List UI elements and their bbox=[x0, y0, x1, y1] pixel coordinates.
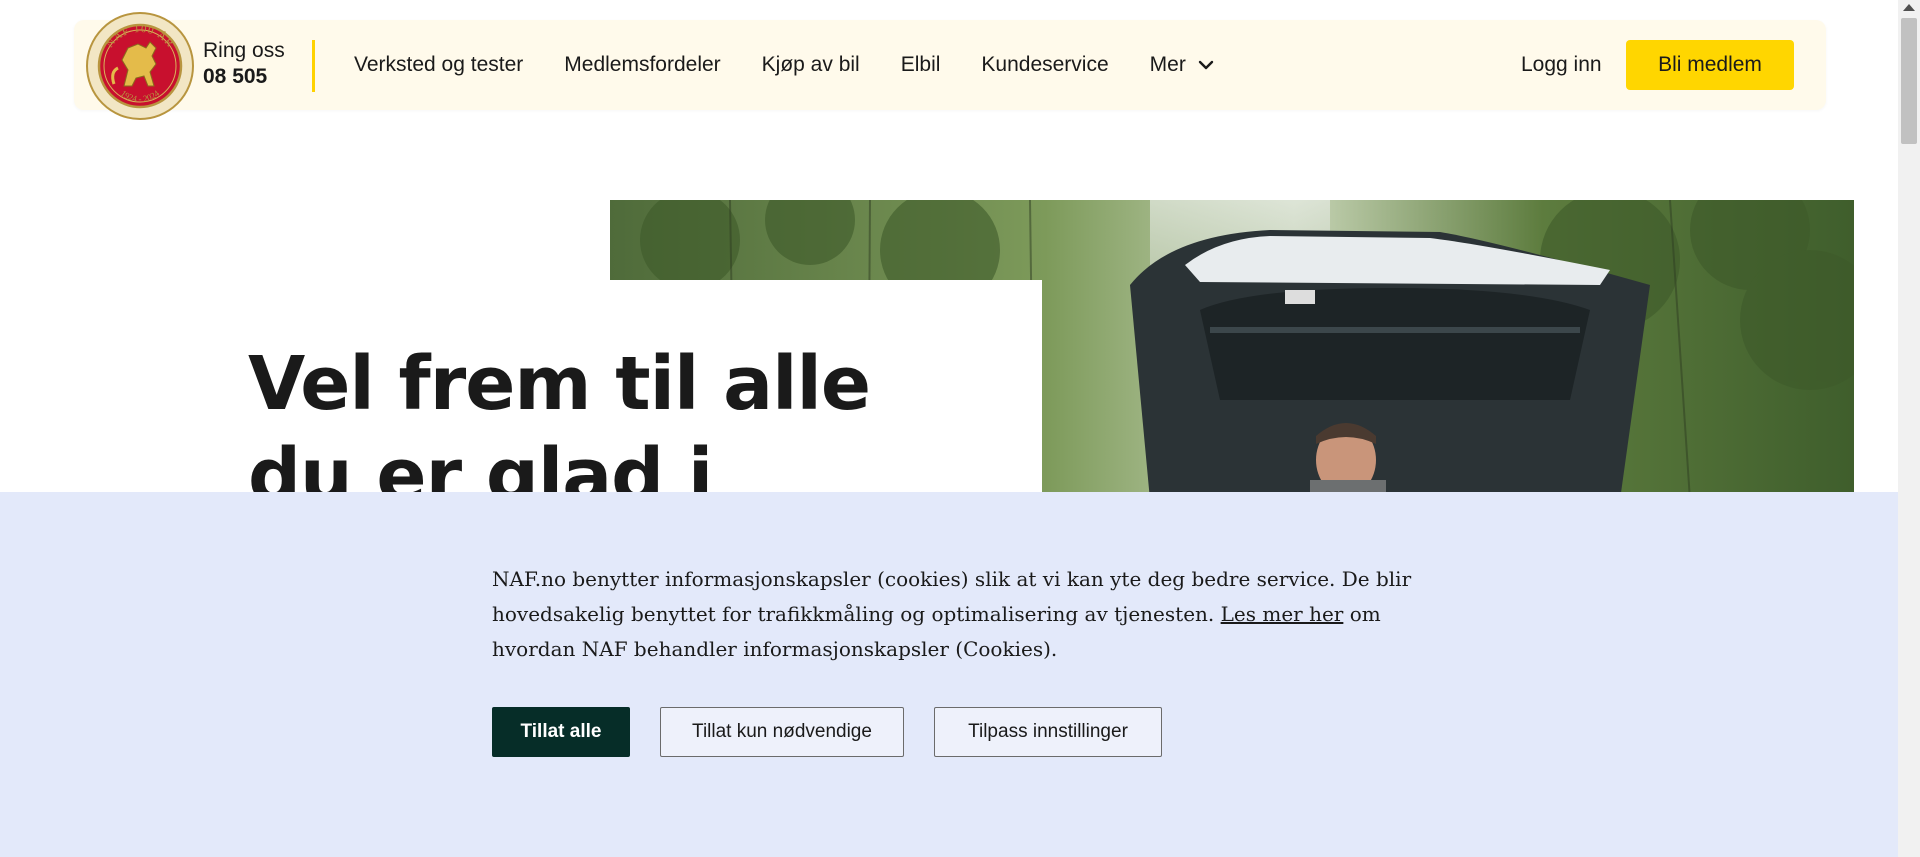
scrollbar-thumb[interactable] bbox=[1901, 18, 1917, 144]
chevron-down-icon bbox=[1198, 60, 1214, 70]
nav-item-kjop-av-bil[interactable]: Kjøp av bil bbox=[762, 53, 860, 77]
call-number[interactable]: 08 505 bbox=[203, 64, 285, 90]
main-nav: Verksted og tester Medlemsfordeler Kjøp … bbox=[354, 20, 1258, 110]
nav-item-elbil[interactable]: Elbil bbox=[901, 53, 941, 77]
cookie-text: NAF.no benytter informasjonskapsler (coo… bbox=[492, 562, 1422, 667]
join-button[interactable]: Bli medlem bbox=[1626, 40, 1794, 90]
nav-item-verksted[interactable]: Verksted og tester bbox=[354, 53, 523, 77]
nav-item-medlemsfordeler[interactable]: Medlemsfordeler bbox=[564, 53, 720, 77]
call-label: Ring oss bbox=[203, 39, 285, 62]
call-us[interactable]: Ring oss 08 505 bbox=[203, 38, 285, 90]
cookie-banner: NAF.no benytter informasjonskapsler (coo… bbox=[0, 492, 1898, 857]
nav-item-mer[interactable]: Mer bbox=[1150, 53, 1217, 77]
scroll-up-arrow-icon[interactable] bbox=[1903, 4, 1915, 11]
site-header: NAF 100 ÅR 1924 - 2024 Ring oss 08 505 V… bbox=[74, 12, 1826, 120]
naf-logo[interactable]: NAF 100 ÅR 1924 - 2024 bbox=[86, 12, 194, 120]
header-divider bbox=[312, 40, 315, 92]
login-link[interactable]: Logg inn bbox=[1521, 20, 1602, 110]
nav-item-kundeservice[interactable]: Kundeservice bbox=[981, 53, 1108, 77]
cookie-read-more-link[interactable]: Les mer her bbox=[1221, 602, 1344, 626]
customize-settings-button[interactable]: Tilpass innstillinger bbox=[934, 707, 1162, 757]
allow-necessary-button[interactable]: Tillat kun nødvendige bbox=[660, 707, 904, 757]
allow-all-button[interactable]: Tillat alle bbox=[492, 707, 630, 757]
nav-item-mer-label: Mer bbox=[1149, 53, 1186, 76]
